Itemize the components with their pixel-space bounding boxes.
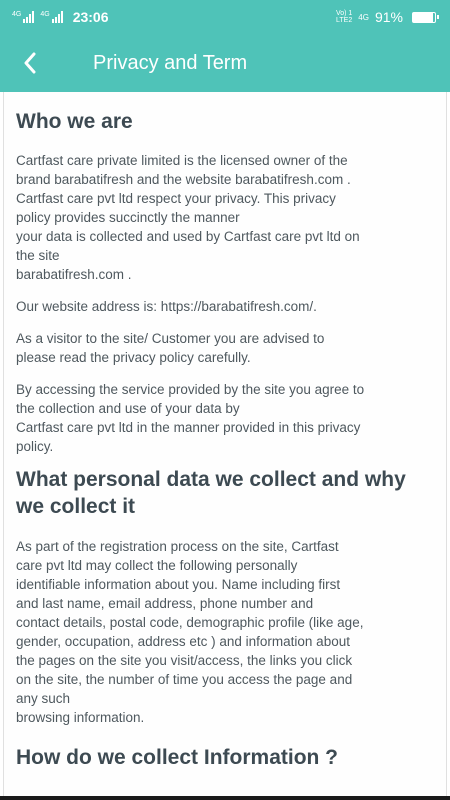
text-line: on the site, the number of time you acce…: [16, 672, 353, 687]
battery-fill: [413, 12, 434, 22]
text-line: Cartfast care private limited is the lic…: [16, 153, 348, 168]
signal-icon: 4G: [12, 11, 35, 23]
heading-how-we-collect: How do we collect Information ?: [16, 746, 339, 769]
who-paragraph-1: Cartfast care private limited is the lic…: [16, 151, 434, 284]
text-line: brand barabatifresh and the website bara…: [16, 172, 351, 187]
volte-label: Vo) 1: [335, 10, 353, 17]
heading-what-data: What personal data we collect and why we…: [16, 466, 434, 520]
text-line: By accessing the service provided by the…: [16, 382, 365, 397]
text-line: browsing information.: [16, 710, 145, 725]
heading-line: we collect it: [16, 495, 136, 518]
text-line: gender, occupation, address etc ) and in…: [16, 634, 350, 649]
battery-text: 91%: [374, 9, 403, 25]
text-line: barabatifresh.com .: [16, 267, 132, 282]
heading-who-we-are: Who we are: [16, 110, 133, 133]
status-left: 4G 4G 23:06: [12, 9, 109, 25]
text-line: As part of the registration process on t…: [16, 539, 339, 554]
text-line: the collection and use of your data by: [16, 401, 240, 416]
what-paragraph-1: As part of the registration process on t…: [16, 537, 434, 727]
back-button[interactable]: [0, 34, 60, 92]
battery-icon: [412, 11, 439, 23]
network-label: 4G: [358, 12, 369, 22]
signal-icon: 4G: [40, 11, 63, 23]
privacy-content[interactable]: Who we are Cartfast care private limited…: [3, 92, 447, 796]
who-paragraph-3: As a visitor to the site/ Customer you a…: [16, 329, 434, 367]
bottom-edge: [0, 796, 450, 800]
text-line: care pvt ltd may collect the following p…: [16, 558, 298, 573]
heading-line: What personal data we collect and why: [16, 468, 406, 491]
sim2-label: 4G: [40, 11, 50, 18]
text-line: As a visitor to the site/ Customer you a…: [16, 331, 325, 346]
text-line: please read the privacy policy carefully…: [16, 350, 251, 365]
chevron-left-icon: [24, 52, 36, 74]
text-line: and last name, email address, phone numb…: [16, 596, 314, 611]
who-paragraph-4: By accessing the service provided by the…: [16, 380, 434, 456]
text-line: Cartfast care pvt ltd respect your priva…: [16, 191, 336, 206]
sim1-label: 4G: [12, 11, 22, 18]
text-line: your data is collected and used by Cartf…: [16, 229, 360, 244]
app-bar: Privacy and Term: [0, 34, 450, 92]
status-time: 23:06: [72, 9, 109, 25]
website-address-text: Our website address is: https://barabati…: [16, 299, 317, 314]
text-line: Cartfast care pvt ltd in the manner prov…: [16, 420, 361, 435]
volte-indicator: Vo) 1 LTE2: [336, 10, 352, 24]
text-line: contact details, postal code, demographi…: [16, 615, 364, 630]
text-line: policy.: [16, 439, 54, 454]
status-right: Vo) 1 LTE2 4G 91%: [336, 9, 439, 25]
status-bar: 4G 4G 23:06 Vo) 1 LTE2 4G 91%: [0, 0, 450, 34]
text-line: any such: [16, 691, 71, 706]
text-line: the site: [16, 248, 60, 263]
text-line: policy provides succinctly the manner: [16, 210, 240, 225]
lte-label: LTE2: [336, 17, 353, 24]
text-line: the pages on the site you visit/access, …: [16, 653, 353, 668]
page-title: Privacy and Term: [93, 51, 248, 74]
text-line: identifiable information about you. Name…: [16, 577, 341, 592]
